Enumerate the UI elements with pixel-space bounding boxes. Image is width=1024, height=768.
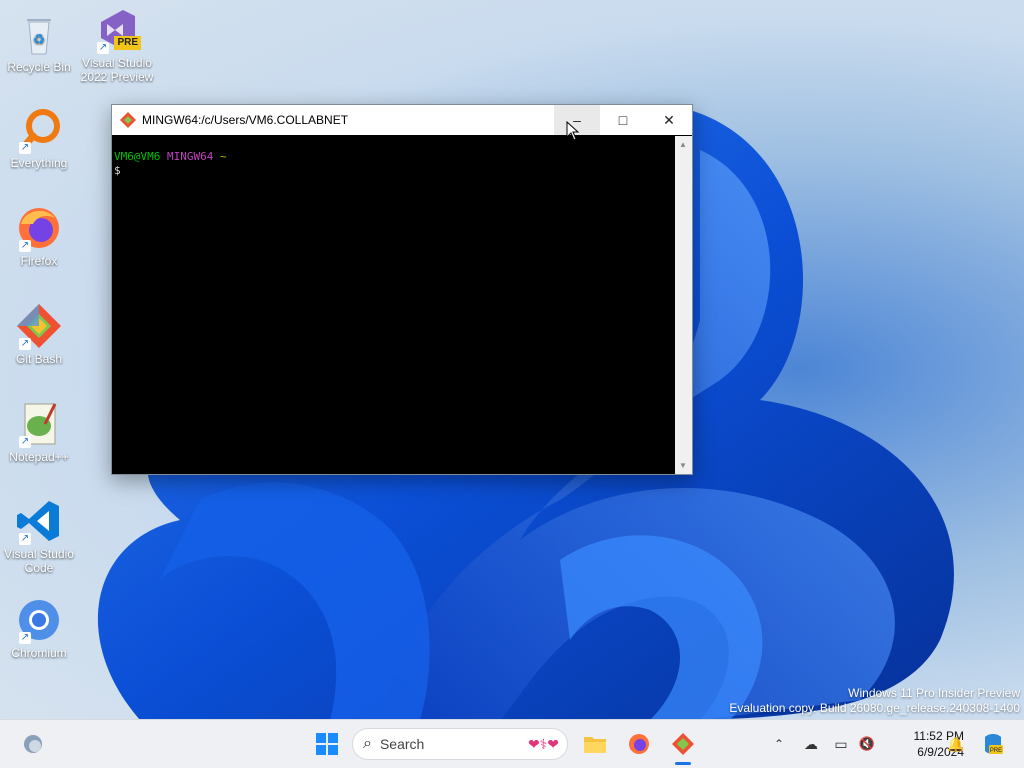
recycle-bin-icon: ♻ xyxy=(15,10,63,58)
git-bash-icon xyxy=(672,733,694,755)
windows-logo-icon xyxy=(316,733,338,755)
shortcut-arrow-icon: ↗ xyxy=(97,42,109,54)
desktop-icon-label: Recycle Bin xyxy=(7,60,71,74)
shortcut-arrow-icon: ↗ xyxy=(19,533,31,545)
shortcut-arrow-icon: ↗ xyxy=(19,240,31,252)
prompt-symbol: $ xyxy=(114,164,121,177)
copilot-button[interactable]: PRE xyxy=(978,720,1008,768)
prompt-line: VM6@VM6 MINGW64 ~ xyxy=(114,150,672,164)
desktop-icon-label: Git Bash xyxy=(15,352,63,366)
desktop-icon-visual-studio[interactable]: PRE ↗ Visual Studio 2022 Preview xyxy=(80,6,154,84)
window-titlebar[interactable]: MINGW64:/c/Users/VM6.COLLABNET – □ ✕ xyxy=(112,105,692,135)
onedrive-tray-icon[interactable]: ☁ xyxy=(800,720,822,768)
search-icon: ⌕ xyxy=(363,735,372,752)
desktop-icon-label: Chromium xyxy=(11,646,67,660)
shortcut-arrow-icon: ↗ xyxy=(19,338,31,350)
desktop-icon-notepad-plus-plus[interactable]: ↗ Notepad++ xyxy=(2,400,76,464)
search-highlight-icon: ❤⚕❤ xyxy=(527,735,559,752)
desktop-icon-everything[interactable]: ↗ Everything xyxy=(2,106,76,170)
close-button[interactable]: ✕ xyxy=(646,105,692,135)
notification-bell-icon[interactable]: 🔔 xyxy=(944,720,968,768)
everything-search-icon: ↗ xyxy=(15,106,63,154)
chromium-icon: ↗ xyxy=(15,596,63,644)
prompt-env: MINGW64 xyxy=(166,150,214,163)
terminal-output[interactable]: VM6@VM6 MINGW64 ~ $ xyxy=(112,136,674,474)
shortcut-arrow-icon: ↗ xyxy=(19,436,31,448)
start-button[interactable] xyxy=(310,720,344,768)
copilot-icon: PRE xyxy=(985,734,1003,754)
svg-text:PRE: PRE xyxy=(990,748,1002,754)
chevron-up-icon: ⌃ xyxy=(773,737,785,751)
desktop-icon-label: Firefox xyxy=(20,254,58,268)
network-tray-icon[interactable]: ▭ xyxy=(830,720,852,768)
desktop-icon-git-bash[interactable]: ↗ Git Bash xyxy=(2,302,76,366)
shortcut-arrow-icon: ↗ xyxy=(19,632,31,644)
folder-icon xyxy=(584,737,606,753)
maximize-button[interactable]: □ xyxy=(600,105,646,135)
vscode-icon: ↗ xyxy=(15,497,63,545)
desktop-icon-label: Visual Studio Code xyxy=(4,547,74,575)
window-title: MINGW64:/c/Users/VM6.COLLABNET xyxy=(142,113,349,127)
desktop-icon-label: Everything xyxy=(10,156,68,170)
prompt-user: VM6@VM6 xyxy=(114,150,161,163)
desktop-icon-vscode[interactable]: ↗ Visual Studio Code xyxy=(2,497,76,575)
notepad-plus-plus-icon: ↗ xyxy=(15,400,63,448)
firefox-icon xyxy=(629,734,649,754)
firefox-icon: ↗ xyxy=(15,204,63,252)
shortcut-arrow-icon: ↗ xyxy=(19,142,31,154)
watermark-line: Evaluation copy. Build 26080.ge_release.… xyxy=(729,701,1020,715)
search-placeholder: Search xyxy=(379,736,425,752)
taskbar: ⌕ Search ❤⚕❤ ⌃ ☁ ▭ 🔇 11:52 PM 6/9/2024 🔔… xyxy=(0,719,1024,768)
svg-text:♻: ♻ xyxy=(33,31,46,47)
show-hidden-icons-button[interactable]: ⌃ xyxy=(768,720,790,768)
scroll-down-icon[interactable]: ▼ xyxy=(679,461,687,470)
taskbar-search-box[interactable]: ⌕ Search ❤⚕❤ xyxy=(352,728,568,760)
scroll-up-icon[interactable]: ▲ xyxy=(679,140,687,149)
volume-muted-icon[interactable]: 🔇 xyxy=(856,720,878,768)
desktop-icon-firefox[interactable]: ↗ Firefox xyxy=(2,204,76,268)
preview-badge: PRE xyxy=(114,36,141,50)
taskbar-git-bash[interactable] xyxy=(666,720,700,768)
terminal-window[interactable]: MINGW64:/c/Users/VM6.COLLABNET – □ ✕ VM6… xyxy=(111,104,693,475)
git-bash-icon xyxy=(120,112,136,128)
desktop-icon-label: Visual Studio 2022 Preview xyxy=(80,56,154,84)
mouse-cursor-icon xyxy=(566,120,580,146)
visual-studio-icon: PRE ↗ xyxy=(93,6,141,54)
taskbar-firefox[interactable] xyxy=(622,720,656,768)
git-bash-icon: ↗ xyxy=(15,302,63,350)
weather-icon xyxy=(24,735,42,753)
evaluation-watermark: Windows 11 Pro Insider Preview Evaluatio… xyxy=(729,686,1020,716)
taskbar-file-explorer[interactable] xyxy=(578,720,612,768)
widgets-button[interactable] xyxy=(16,720,50,768)
terminal-scrollbar[interactable]: ▲ ▼ xyxy=(675,136,692,474)
desktop-icon-label: Notepad++ xyxy=(9,450,69,464)
prompt-path: ~ xyxy=(219,150,227,163)
desktop-icon-chromium[interactable]: ↗ Chromium xyxy=(2,596,76,660)
watermark-line: Windows 11 Pro Insider Preview xyxy=(848,686,1020,700)
desktop-icon-recycle-bin[interactable]: ♻ Recycle Bin xyxy=(2,10,76,74)
active-indicator xyxy=(675,762,691,765)
